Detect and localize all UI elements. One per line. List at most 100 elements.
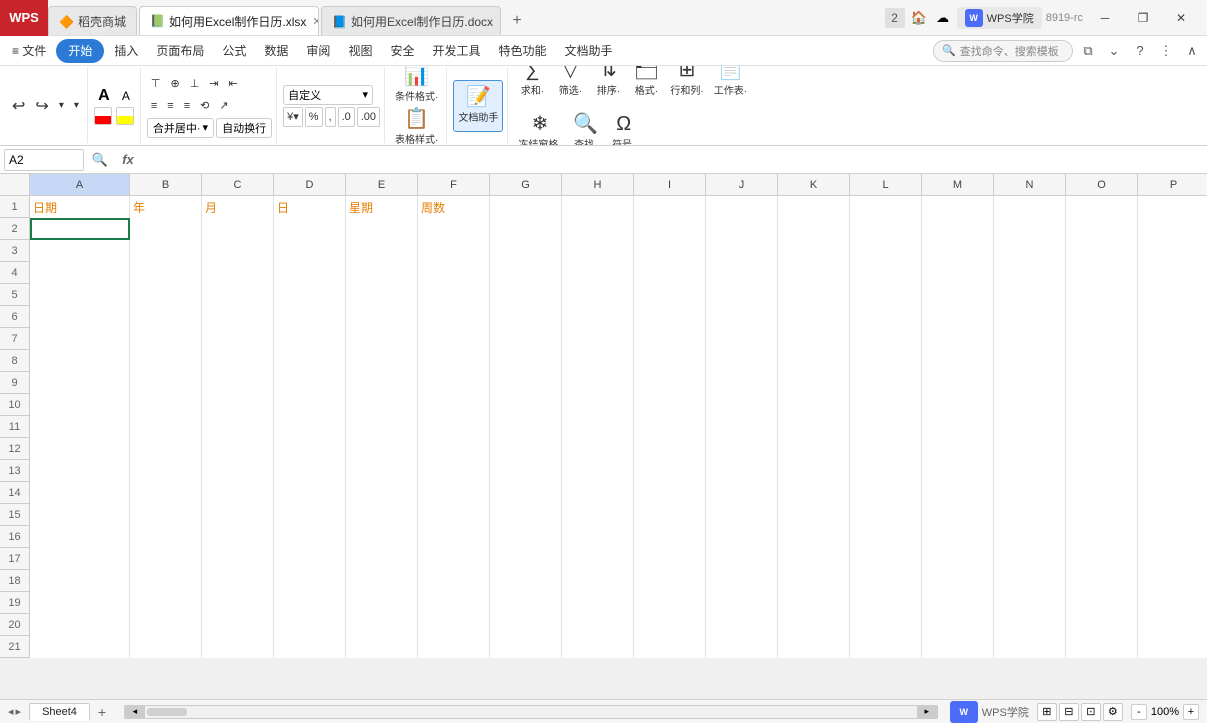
cell-g1[interactable]: [490, 196, 562, 218]
cell-l2[interactable]: [850, 218, 922, 240]
cell-h4[interactable]: [562, 262, 634, 284]
col-header-a[interactable]: A: [30, 174, 130, 196]
currency-button[interactable]: ¥▾: [283, 107, 303, 127]
cell-d5[interactable]: [274, 284, 346, 306]
cell-b19[interactable]: [130, 592, 202, 614]
col-header-d[interactable]: D: [274, 174, 346, 196]
cell-h9[interactable]: [562, 372, 634, 394]
new-tab-button[interactable]: +: [503, 7, 531, 35]
cell-d8[interactable]: [274, 350, 346, 372]
expand-icon[interactable]: ⧉: [1077, 40, 1099, 62]
cell-c18[interactable]: [202, 570, 274, 592]
cell-a17[interactable]: [30, 548, 130, 570]
col-header-p[interactable]: P: [1138, 174, 1207, 196]
cell-d10[interactable]: [274, 394, 346, 416]
cell-m3[interactable]: [922, 240, 994, 262]
cell-c19[interactable]: [202, 592, 274, 614]
menu-page-layout[interactable]: 页面布局: [148, 39, 212, 63]
cell-b4[interactable]: [130, 262, 202, 284]
cell-n18[interactable]: [994, 570, 1066, 592]
cell-o1[interactable]: [1066, 196, 1138, 218]
cell-g5[interactable]: [490, 284, 562, 306]
cell-b7[interactable]: [130, 328, 202, 350]
cell-g20[interactable]: [490, 614, 562, 636]
cell-l21[interactable]: [850, 636, 922, 658]
cell-a10[interactable]: [30, 394, 130, 416]
menu-security[interactable]: 安全: [382, 39, 422, 63]
cell-j18[interactable]: [706, 570, 778, 592]
cell-p6[interactable]: [1138, 306, 1207, 328]
cell-h13[interactable]: [562, 460, 634, 482]
cell-l9[interactable]: [850, 372, 922, 394]
more-icon[interactable]: ⋮: [1155, 40, 1177, 62]
page-layout-view-btn[interactable]: ⊟: [1059, 703, 1079, 721]
cell-m15[interactable]: [922, 504, 994, 526]
cell-o9[interactable]: [1066, 372, 1138, 394]
cell-n2[interactable]: [994, 218, 1066, 240]
cell-i6[interactable]: [634, 306, 706, 328]
cell-c12[interactable]: [202, 438, 274, 460]
cell-g14[interactable]: [490, 482, 562, 504]
cell-a12[interactable]: [30, 438, 130, 460]
cell-l7[interactable]: [850, 328, 922, 350]
cell-n11[interactable]: [994, 416, 1066, 438]
align-center-button[interactable]: ≡: [163, 96, 177, 116]
cell-m21[interactable]: [922, 636, 994, 658]
cell-o20[interactable]: [1066, 614, 1138, 636]
cell-o18[interactable]: [1066, 570, 1138, 592]
cell-k19[interactable]: [778, 592, 850, 614]
cell-j8[interactable]: [706, 350, 778, 372]
cell-j14[interactable]: [706, 482, 778, 504]
cell-g9[interactable]: [490, 372, 562, 394]
page-break-view-btn[interactable]: ⊡: [1081, 703, 1101, 721]
cell-o6[interactable]: [1066, 306, 1138, 328]
cell-g18[interactable]: [490, 570, 562, 592]
wps-watermark[interactable]: W WPS学院: [950, 701, 1029, 723]
cell-j20[interactable]: [706, 614, 778, 636]
align-right-button[interactable]: ≡: [180, 96, 194, 116]
cell-p19[interactable]: [1138, 592, 1207, 614]
zoom-in-button[interactable]: +: [1183, 704, 1199, 720]
cell-j2[interactable]: [706, 218, 778, 240]
cell-p16[interactable]: [1138, 526, 1207, 548]
cell-j10[interactable]: [706, 394, 778, 416]
cell-c20[interactable]: [202, 614, 274, 636]
cell-m12[interactable]: [922, 438, 994, 460]
cell-c7[interactable]: [202, 328, 274, 350]
cell-m19[interactable]: [922, 592, 994, 614]
cell-o4[interactable]: [1066, 262, 1138, 284]
cell-i5[interactable]: [634, 284, 706, 306]
wps-logo[interactable]: WPS: [0, 0, 48, 36]
cell-d17[interactable]: [274, 548, 346, 570]
cell-l3[interactable]: [850, 240, 922, 262]
cell-b10[interactable]: [130, 394, 202, 416]
cell-b20[interactable]: [130, 614, 202, 636]
col-header-f[interactable]: F: [418, 174, 490, 196]
cell-p14[interactable]: [1138, 482, 1207, 504]
cell-i2[interactable]: [634, 218, 706, 240]
cell-h10[interactable]: [562, 394, 634, 416]
percent-button[interactable]: %: [305, 107, 323, 127]
cell-i12[interactable]: [634, 438, 706, 460]
cell-b5[interactable]: [130, 284, 202, 306]
cell-l18[interactable]: [850, 570, 922, 592]
cell-f8[interactable]: [418, 350, 490, 372]
scroll-right-btn[interactable]: ▸: [16, 705, 22, 718]
cell-g12[interactable]: [490, 438, 562, 460]
cell-f13[interactable]: [418, 460, 490, 482]
cell-a16[interactable]: [30, 526, 130, 548]
cell-f18[interactable]: [418, 570, 490, 592]
cell-m9[interactable]: [922, 372, 994, 394]
cell-d3[interactable]: [274, 240, 346, 262]
cell-a13[interactable]: [30, 460, 130, 482]
cell-d11[interactable]: [274, 416, 346, 438]
cell-m20[interactable]: [922, 614, 994, 636]
cell-f10[interactable]: [418, 394, 490, 416]
scroll-right-arrow[interactable]: ▸: [917, 706, 937, 718]
cell-f21[interactable]: [418, 636, 490, 658]
cell-c3[interactable]: [202, 240, 274, 262]
cell-c8[interactable]: [202, 350, 274, 372]
cell-j6[interactable]: [706, 306, 778, 328]
cell-m4[interactable]: [922, 262, 994, 284]
cell-h21[interactable]: [562, 636, 634, 658]
